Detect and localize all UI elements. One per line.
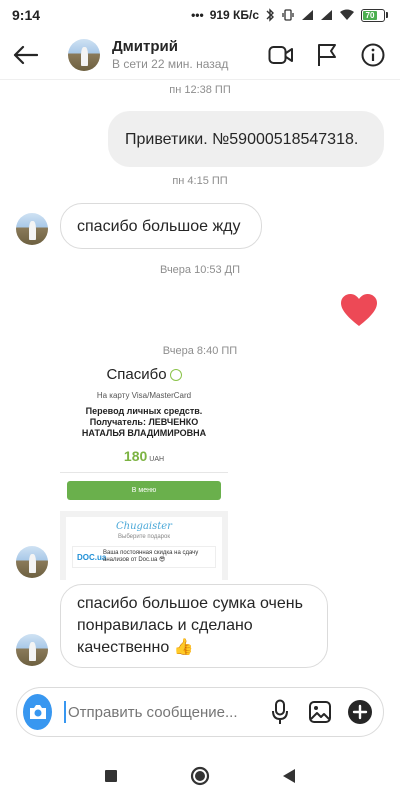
receipt-amount: 180 UAH <box>123 448 165 464</box>
gift-hint: Выберите подарок <box>118 534 170 540</box>
vibrate-icon <box>282 9 294 21</box>
message-timestamp: Вчера 8:40 ПП <box>162 345 238 357</box>
status-bar: 9:14 ••• 919 КБ/с 70 <box>0 0 400 30</box>
contact-info[interactable]: Дмитрий В сети 22 мин. назад <box>112 38 228 71</box>
system-nav-bar <box>0 752 400 800</box>
bluetooth-icon <box>266 8 274 22</box>
signal-icon <box>321 10 332 20</box>
recents-icon[interactable] <box>104 769 118 783</box>
contact-avatar[interactable] <box>68 38 100 71</box>
receipt-menu-button: В меню <box>67 481 221 500</box>
message-composer <box>16 687 384 737</box>
plus-icon <box>348 700 372 724</box>
incoming-message[interactable]: спасибо большое жду <box>60 203 262 249</box>
report-button[interactable] <box>314 42 340 68</box>
incoming-message[interactable]: спасибо большое сумка очень понравилась … <box>60 584 328 668</box>
video-call-icon <box>268 45 293 64</box>
contact-name: Дмитрий <box>112 38 178 55</box>
receipt-title: Спасибо <box>60 366 228 383</box>
brand-logo: Chugaister <box>116 521 172 532</box>
status-time: 9:14 <box>12 7 41 23</box>
heart-icon[interactable] <box>340 293 378 327</box>
contact-status: В сети 22 мин. назад <box>112 57 229 71</box>
receipt-purpose: Перевод личных средств. Получатель: ЛЕВЧ… <box>81 406 207 438</box>
chat-header: Дмитрий В сети 22 мин. назад <box>0 30 400 80</box>
receipt-card: На карту Visa/MasterCard <box>96 391 192 400</box>
status-icons: ••• 919 КБ/с 70 <box>191 8 388 22</box>
camera-icon <box>29 705 46 719</box>
message-timestamp: пн 4:15 ПП <box>172 175 228 187</box>
network-speed: 919 КБ/с <box>209 8 259 22</box>
message-text: спасибо большое сумка очень понравилась … <box>77 595 303 656</box>
camera-button[interactable] <box>23 694 52 730</box>
dots-icon: ••• <box>191 8 204 22</box>
flag-icon <box>318 43 336 66</box>
message-timestamp: Вчера 10:53 ДП <box>159 264 241 276</box>
receipt-promo: Chugaister Выберите подарок DOC.ua Ваша … <box>60 511 228 580</box>
message-text: Приветики. №59000518547318. <box>125 130 359 148</box>
home-icon[interactable] <box>190 766 210 786</box>
back-icon[interactable] <box>282 768 296 784</box>
message-timestamp: пн 12:38 ПП <box>169 84 231 96</box>
back-button[interactable] <box>10 40 40 70</box>
info-button[interactable] <box>360 42 386 68</box>
battery-icon: 70 <box>361 8 388 22</box>
offer-text: Ваша постоянная скидка на сдачу анализов… <box>103 550 199 563</box>
partner-logo: DOC.ua <box>77 552 107 562</box>
shared-image[interactable]: Спасибо На карту Visa/MasterCard Перевод… <box>60 366 228 580</box>
sender-avatar[interactable] <box>16 213 48 245</box>
info-icon <box>361 43 385 66</box>
microphone-icon <box>272 699 288 724</box>
video-call-button[interactable] <box>268 42 294 68</box>
smile-icon <box>169 369 182 382</box>
sender-avatar[interactable] <box>16 546 48 578</box>
gallery-button[interactable] <box>307 699 333 725</box>
battery-level: 70 <box>363 10 377 20</box>
gallery-icon <box>309 701 331 723</box>
back-arrow-icon <box>13 45 38 64</box>
sender-avatar[interactable] <box>16 634 48 666</box>
composer-tools <box>267 699 373 725</box>
outgoing-message[interactable]: Приветики. №59000518547318. <box>108 111 384 167</box>
wifi-icon <box>340 9 354 20</box>
message-input[interactable] <box>64 701 267 723</box>
more-button[interactable] <box>347 699 373 725</box>
signal-icon <box>302 10 313 20</box>
message-text: спасибо большое жду <box>77 217 241 235</box>
partner-offer: DOC.ua Ваша постоянная скидка на сдачу а… <box>72 546 216 568</box>
voice-message-button[interactable] <box>267 699 293 725</box>
header-actions <box>268 42 390 68</box>
